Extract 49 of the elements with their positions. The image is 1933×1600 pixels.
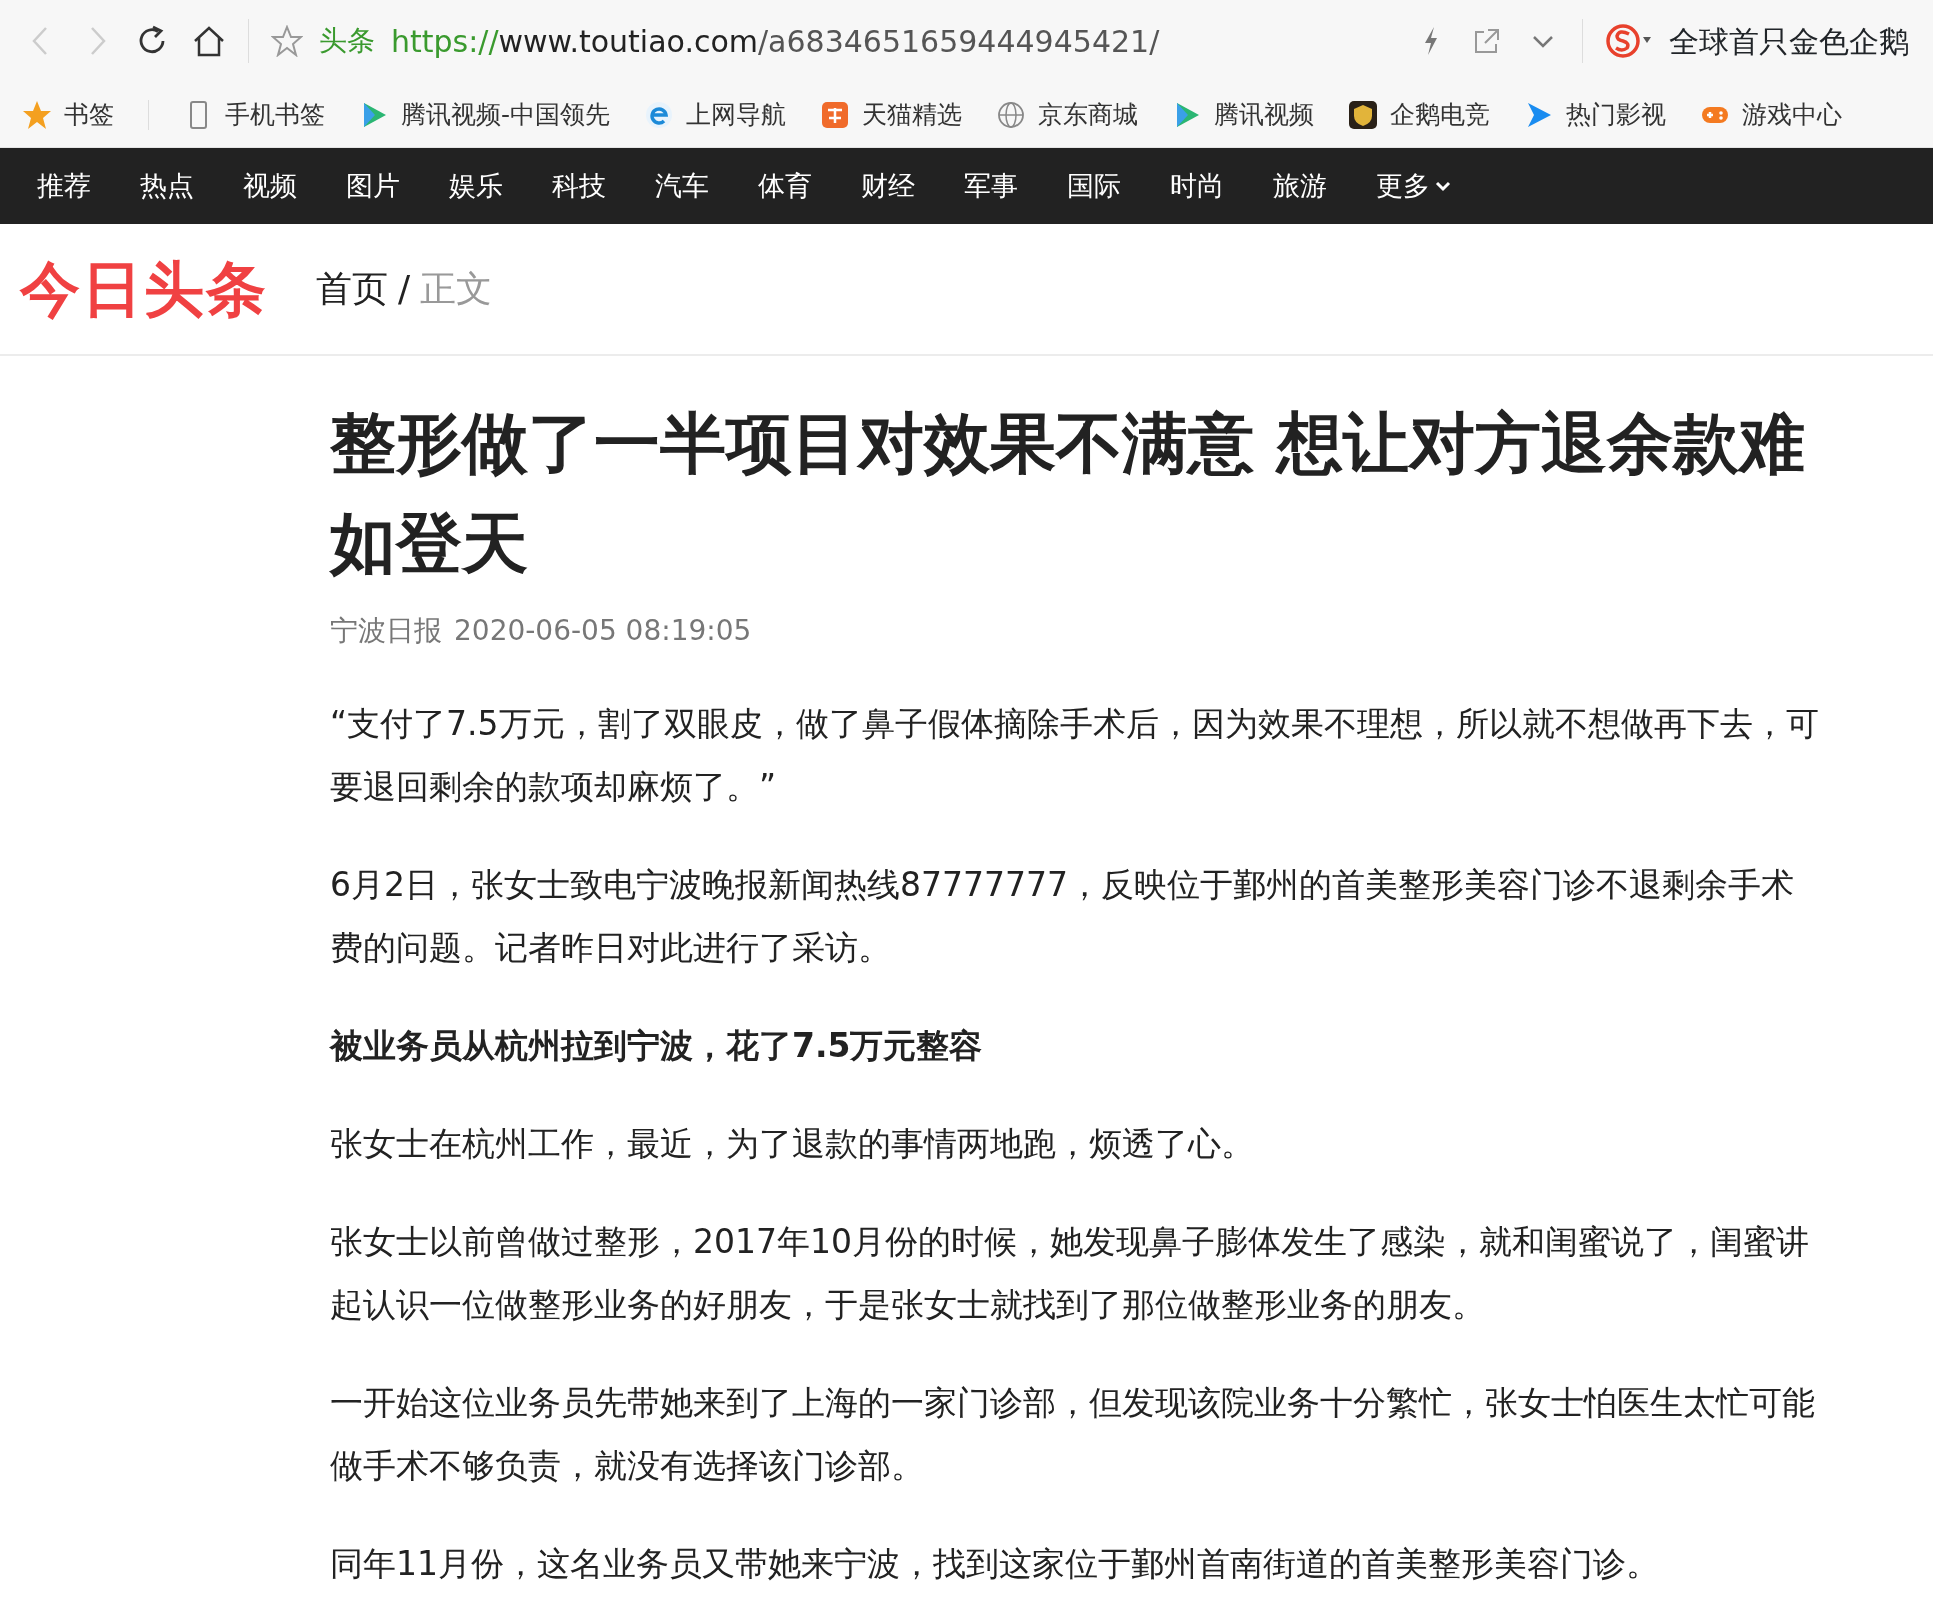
nav-link[interactable]: 视频: [243, 165, 297, 207]
article-title: 整形做了一半项目对效果不满意 想让对方退余款难如登天: [330, 404, 1806, 584]
nav-link[interactable]: 汽车: [655, 165, 709, 207]
bookmark-link[interactable]: 热门影视: [1524, 95, 1667, 134]
section-heading: 被业务员从杭州拉到宁波，花了7.5万元整容: [330, 1025, 984, 1067]
nav-link[interactable]: 娱乐: [449, 165, 503, 207]
bookmark-link[interactable]: 京东商城: [996, 95, 1139, 134]
breadcrumb-separator: /: [398, 267, 411, 311]
breadcrumb-current: 正文: [420, 267, 493, 311]
bookmark-link[interactable]: 腾讯视频-中国领先: [359, 95, 611, 134]
article-paragraph: 一开始这位业务员先带她来到了上海的一家门诊部，但发现该院业务十分繁忙，张女士怕医生太忙可能做手术不够负责，就没有选择该门诊部。: [330, 1382, 1816, 1487]
nav-link[interactable]: 国际: [1067, 165, 1121, 207]
more-menu[interactable]: 更多: [1376, 165, 1452, 207]
square-tile-icon: [820, 99, 851, 130]
bookmark-link[interactable]: 游戏中心: [1700, 95, 1843, 134]
article-paragraph: “支付了7.5万元，割了双眼皮，做了鼻子假体摘除手术后，因为效果不理想，所以就不想做再下去，可要退回剩余的款项却麻烦了。”: [330, 703, 1820, 808]
home-icon[interactable]: [192, 24, 226, 58]
site-logo[interactable]: 今日头条: [20, 244, 268, 334]
article-source: 宁波日报: [330, 613, 442, 649]
site-label: 头条: [319, 23, 375, 59]
star-icon: [22, 99, 52, 130]
article-time: 2020-06-05 08:19:05: [454, 613, 752, 649]
bookmark-star-icon[interactable]: [271, 25, 303, 57]
nav-link[interactable]: 旅游: [1273, 165, 1327, 207]
globe-icon: [996, 99, 1027, 130]
address-field[interactable]: https://www.toutiao.com/a6834651659444945421/: [391, 18, 1160, 64]
bookmark-link[interactable]: 书签: [22, 95, 114, 134]
bookmark-link[interactable]: 腾讯视频: [1172, 95, 1315, 134]
bookmark-link[interactable]: 上网导航: [644, 95, 787, 134]
nav-link[interactable]: 图片: [346, 165, 400, 207]
breadcrumb-link[interactable]: 首页: [316, 262, 388, 316]
article-paragraph: 6月2日，张女士致电宁波晚报新闻热线87777777，反映位于鄞州的首美整形美容门诊不退剩余手术费的问题。记者昨日对此进行了采访。: [330, 864, 1795, 969]
nav-link[interactable]: 时尚: [1170, 165, 1224, 207]
bookmark-link[interactable]: 企鹅电竞: [1348, 95, 1491, 134]
bookmark-link[interactable]: 天猫精选: [820, 95, 963, 134]
search-engine-logo-icon[interactable]: [1605, 23, 1653, 59]
nav-link[interactable]: 推荐: [37, 165, 91, 207]
bookmark-link[interactable]: 手机书签: [183, 95, 325, 134]
promo-link[interactable]: 全球首只金色企鹅: [1669, 18, 1909, 64]
article-paragraph: 张女士以前曾做过整形，2017年10月份的时候，她发现鼻子膨体发生了感染，就和闺蜜说了，闺蜜讲起认识一位做整形业务的好朋友，于是张女士就找到了那位做整形业务的朋友。: [330, 1221, 1810, 1326]
nav-link[interactable]: 军事: [964, 165, 1018, 207]
nav-link[interactable]: 热点: [140, 165, 194, 207]
article-paragraph: 同年11月份，这名业务员又带她来宁波，找到这家位于鄞州首南街道的首美整形美容门诊。: [330, 1543, 1660, 1585]
nav-link[interactable]: 财经: [861, 165, 915, 207]
e-letter-icon: [644, 99, 675, 130]
nav-link[interactable]: 科技: [552, 165, 606, 207]
nav-link[interactable]: 体育: [758, 165, 812, 207]
shield-badge-icon: [1348, 99, 1379, 130]
article-paragraph: 张女士在杭州工作，最近，为了退款的事情两地跑，烦透了心。: [330, 1123, 1255, 1165]
